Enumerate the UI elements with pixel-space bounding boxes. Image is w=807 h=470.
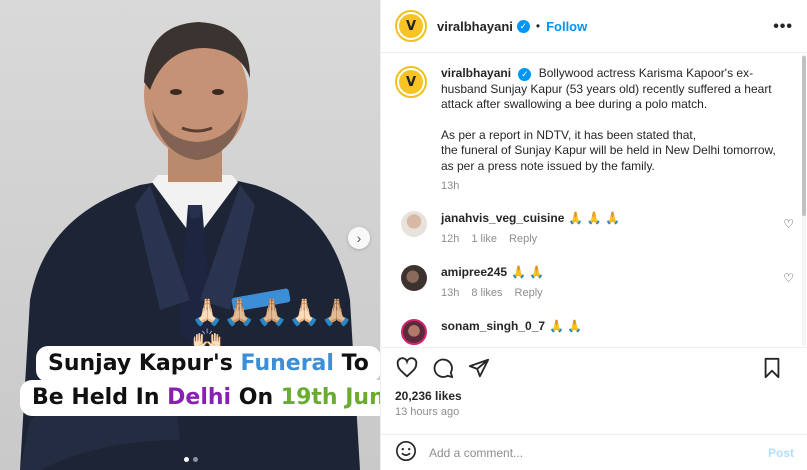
headline-line-1: Sunjay Kapur's Funeral To: [36, 346, 380, 382]
caption-line: as per a press note issued by the family…: [441, 158, 655, 173]
avatar[interactable]: [401, 264, 427, 291]
headline-highlight-funeral: Funeral: [240, 351, 334, 376]
comment: janahvis_veg_cuisine 🙏 🙏 🙏 12h 1 like Rep…: [395, 210, 794, 245]
headline-text: Sunjay Kapur's: [48, 351, 241, 376]
comment-likes[interactable]: 1 like: [471, 233, 497, 245]
caption: V viralbhayani ✓ Bollywood actress Karis…: [395, 66, 794, 195]
comment-body: sonam_singh_0_7 🙏 🙏: [441, 319, 582, 345]
add-comment-bar: Post: [381, 434, 807, 470]
post-media[interactable]: 🙏🏻🙏🏼🙏🏼🙏🏻🙏🏼🙌🏻 Sunjay Kapur's Funeral To B…: [0, 0, 380, 470]
verified-icon: ✓: [518, 68, 532, 82]
reply-button[interactable]: Reply: [515, 287, 543, 299]
separator: •: [535, 19, 541, 33]
action-bar: [381, 347, 807, 387]
username[interactable]: viralbhayani: [437, 19, 513, 34]
carousel-dots: [184, 457, 198, 462]
reply-button[interactable]: Reply: [509, 233, 537, 245]
verified-icon: ✓: [516, 19, 530, 33]
headline-overlay: Sunjay Kapur's Funeral To Be Held In Del…: [20, 346, 380, 416]
avatar[interactable]: [401, 318, 427, 345]
headline-text: Be Held In: [32, 385, 168, 410]
likes-count[interactable]: 20,236 likes: [395, 389, 462, 403]
comment-icon[interactable]: [431, 356, 455, 380]
comment-body: janahvis_veg_cuisine 🙏 🙏 🙏 12h 1 like Rep…: [441, 211, 620, 245]
comments-scroll-area[interactable]: V viralbhayani ✓ Bollywood actress Karis…: [381, 54, 807, 346]
comment-text: 🙏 🙏: [549, 318, 583, 333]
post-timestamp: 13 hours ago: [395, 406, 460, 418]
emoji-icon[interactable]: [395, 440, 417, 465]
heart-icon[interactable]: ♡: [783, 217, 794, 231]
follow-button[interactable]: Follow: [546, 19, 587, 34]
share-icon[interactable]: [467, 356, 491, 380]
comment-username[interactable]: janahvis_veg_cuisine: [441, 211, 564, 225]
headline-line-2: Be Held In Delhi On 19th June: [20, 380, 380, 416]
comment-username[interactable]: sonam_singh_0_7: [441, 319, 545, 333]
comment-time: 12h: [441, 232, 460, 245]
comment-text: 🙏 🙏: [511, 264, 545, 279]
comment-likes[interactable]: 8 likes: [471, 287, 502, 299]
comment-time: 13h: [441, 286, 460, 299]
avatar[interactable]: V: [395, 66, 427, 98]
comment: amipree245 🙏 🙏 13h 8 likes Reply ♡: [395, 264, 794, 299]
carousel-dot: [193, 457, 198, 462]
avatar[interactable]: [401, 210, 427, 237]
comment-username[interactable]: amipree245: [441, 265, 507, 279]
headline-text: On: [231, 385, 281, 410]
heart-icon[interactable]: [395, 356, 419, 380]
logo-letter: V: [399, 70, 423, 94]
headline-text: To: [333, 351, 369, 376]
logo-letter: V: [399, 14, 423, 38]
more-options-icon[interactable]: •••: [773, 18, 793, 36]
comment-input[interactable]: [429, 445, 768, 460]
chevron-right-icon[interactable]: ›: [348, 227, 370, 249]
comment-text: 🙏 🙏 🙏: [568, 210, 620, 225]
headline-highlight-date: 19th June: [280, 385, 380, 410]
comment-body: amipree245 🙏 🙏 13h 8 likes Reply: [441, 265, 544, 299]
headline-highlight-delhi: Delhi: [167, 385, 232, 410]
avatar[interactable]: V: [395, 10, 427, 42]
caption-time: 13h: [441, 180, 460, 192]
post-side-panel: V viralbhayani ✓ • Follow ••• V viralbha…: [380, 0, 807, 470]
bookmark-icon[interactable]: [760, 356, 784, 380]
post-comment-button[interactable]: Post: [768, 446, 794, 460]
caption-username[interactable]: viralbhayani: [441, 66, 511, 80]
post-header: V viralbhayani ✓ • Follow •••: [381, 0, 807, 53]
comment: sonam_singh_0_7 🙏 🙏: [395, 318, 794, 345]
caption-body: viralbhayani ✓ Bollywood actress Karisma…: [441, 66, 786, 195]
instagram-post: 🙏🏻🙏🏼🙏🏼🙏🏻🙏🏼🙌🏻 Sunjay Kapur's Funeral To B…: [0, 0, 807, 470]
caption-line: the funeral of Sunjay Kapur will be held…: [441, 143, 776, 157]
scrollbar[interactable]: [801, 54, 807, 346]
heart-icon[interactable]: ♡: [783, 271, 794, 285]
carousel-dot-active: [184, 457, 189, 462]
caption-line: As per a report in NDTV, it has been sta…: [441, 127, 697, 142]
